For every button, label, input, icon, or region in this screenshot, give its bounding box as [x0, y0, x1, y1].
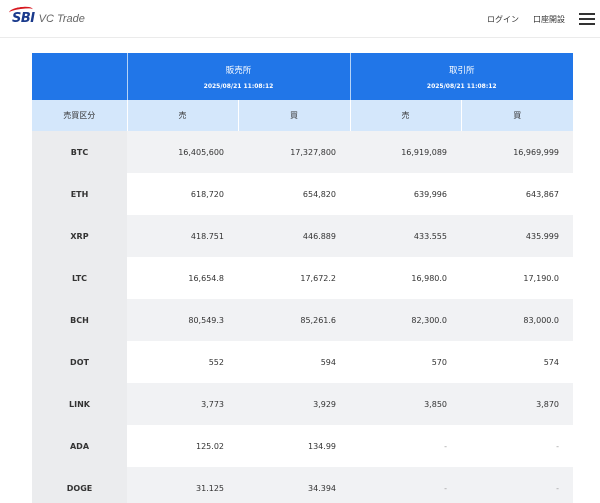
price-cell: 16,405,600 [127, 131, 238, 173]
price-cell: 446.889 [238, 215, 350, 257]
sub-header-buy: 買 [461, 100, 573, 131]
price-cell: 3,870 [461, 383, 573, 425]
table-row: BTC 16,405,600 17,327,800 16,919,089 16,969,… [32, 131, 573, 173]
price-cell: 435.999 [461, 215, 573, 257]
price-table-container: 販売所 2025/08/21 11:08:12 取引所 2025/08/21 1… [32, 53, 573, 503]
sub-header-sell: 売 [127, 100, 239, 131]
table-row: LTC 16,654.8 17,672.2 16,980.0 17,190.0 [32, 257, 573, 299]
price-cell: 570 [350, 341, 461, 383]
price-cell: 16,969,999 [461, 131, 573, 173]
sbi-vc-trade-logo[interactable]: SBI VC Trade [8, 5, 85, 26]
price-cell: 618,720 [127, 173, 238, 215]
price-cell: 31.125 [127, 467, 238, 503]
coin-symbol: BTC [32, 131, 127, 173]
group-header-torihikisho: 取引所 2025/08/21 11:08:12 [350, 53, 573, 100]
coin-symbol: ETH [32, 173, 127, 215]
price-cell: 654,820 [238, 173, 350, 215]
price-cell: - [461, 425, 573, 467]
group-timestamp: 2025/08/21 11:08:12 [426, 82, 497, 90]
price-table: 販売所 2025/08/21 11:08:12 取引所 2025/08/21 1… [32, 53, 573, 503]
price-cell: 16,980.0 [350, 257, 461, 299]
price-cell: 17,190.0 [461, 257, 573, 299]
coin-symbol: LTC [32, 257, 127, 299]
table-row: ETH 618,720 654,820 639,996 643,867 [32, 173, 573, 215]
table-row: LINK 3,773 3,929 3,850 3,870 [32, 383, 573, 425]
price-cell: - [350, 425, 461, 467]
price-cell: 3,773 [127, 383, 238, 425]
group-timestamp: 2025/08/21 11:08:12 [203, 82, 274, 90]
price-cell: 82,300.0 [350, 299, 461, 341]
price-cell: - [350, 467, 461, 503]
price-cell: 17,672.2 [238, 257, 350, 299]
site-header: SBI VC Trade ログイン 口座開設 [0, 0, 600, 38]
logo-text: VC Trade [38, 12, 85, 25]
coin-symbol: ADA [32, 425, 127, 467]
price-cell: 639,996 [350, 173, 461, 215]
price-cell: 17,327,800 [238, 131, 350, 173]
price-cell: 134.99 [238, 425, 350, 467]
price-cell: 594 [238, 341, 350, 383]
price-cell: - [461, 467, 573, 503]
table-row: BCH 80,549.3 85,261.6 82,300.0 83,000.0 [32, 299, 573, 341]
sub-header-sell: 売 [350, 100, 462, 131]
price-cell: 80,549.3 [127, 299, 238, 341]
logo-mark: SBI [8, 5, 35, 26]
sub-header-buy: 買 [238, 100, 351, 131]
table-row: ADA 125.02 134.99- - [32, 425, 573, 467]
price-cell: 16,919,089 [350, 131, 461, 173]
price-cell: 3,929 [238, 383, 350, 425]
price-cell: 433.555 [350, 215, 461, 257]
coin-symbol: BCH [32, 299, 127, 341]
price-cell: 16,654.8 [127, 257, 238, 299]
price-cell: 34.394 [238, 467, 350, 503]
table-corner [32, 53, 128, 100]
price-cell: 85,261.6 [238, 299, 350, 341]
group-header-hanbaisho: 販売所 2025/08/21 11:08:12 [127, 53, 351, 100]
menu-icon[interactable] [579, 13, 595, 25]
login-link[interactable]: ログイン [487, 14, 519, 25]
coin-symbol: XRP [32, 215, 127, 257]
open-account-link[interactable]: 口座開設 [533, 14, 565, 25]
coin-symbol: LINK [32, 383, 127, 425]
price-cell: 552 [127, 341, 238, 383]
price-cell: 418.751 [127, 215, 238, 257]
table-row: DOGE 31.125 34.394- - [32, 467, 573, 503]
coin-symbol: DOT [32, 341, 127, 383]
row-header-label: 売買区分 [32, 100, 128, 131]
price-cell: 3,850 [350, 383, 461, 425]
price-cell: 643,867 [461, 173, 573, 215]
price-cell: 83,000.0 [461, 299, 573, 341]
price-cell: 574 [461, 341, 573, 383]
table-row: XRP 418.751 446.889 433.555 435.999 [32, 215, 573, 257]
price-cell: 125.02 [127, 425, 238, 467]
table-row: DOT 552 594 570 574 [32, 341, 573, 383]
coin-symbol: DOGE [32, 467, 127, 503]
